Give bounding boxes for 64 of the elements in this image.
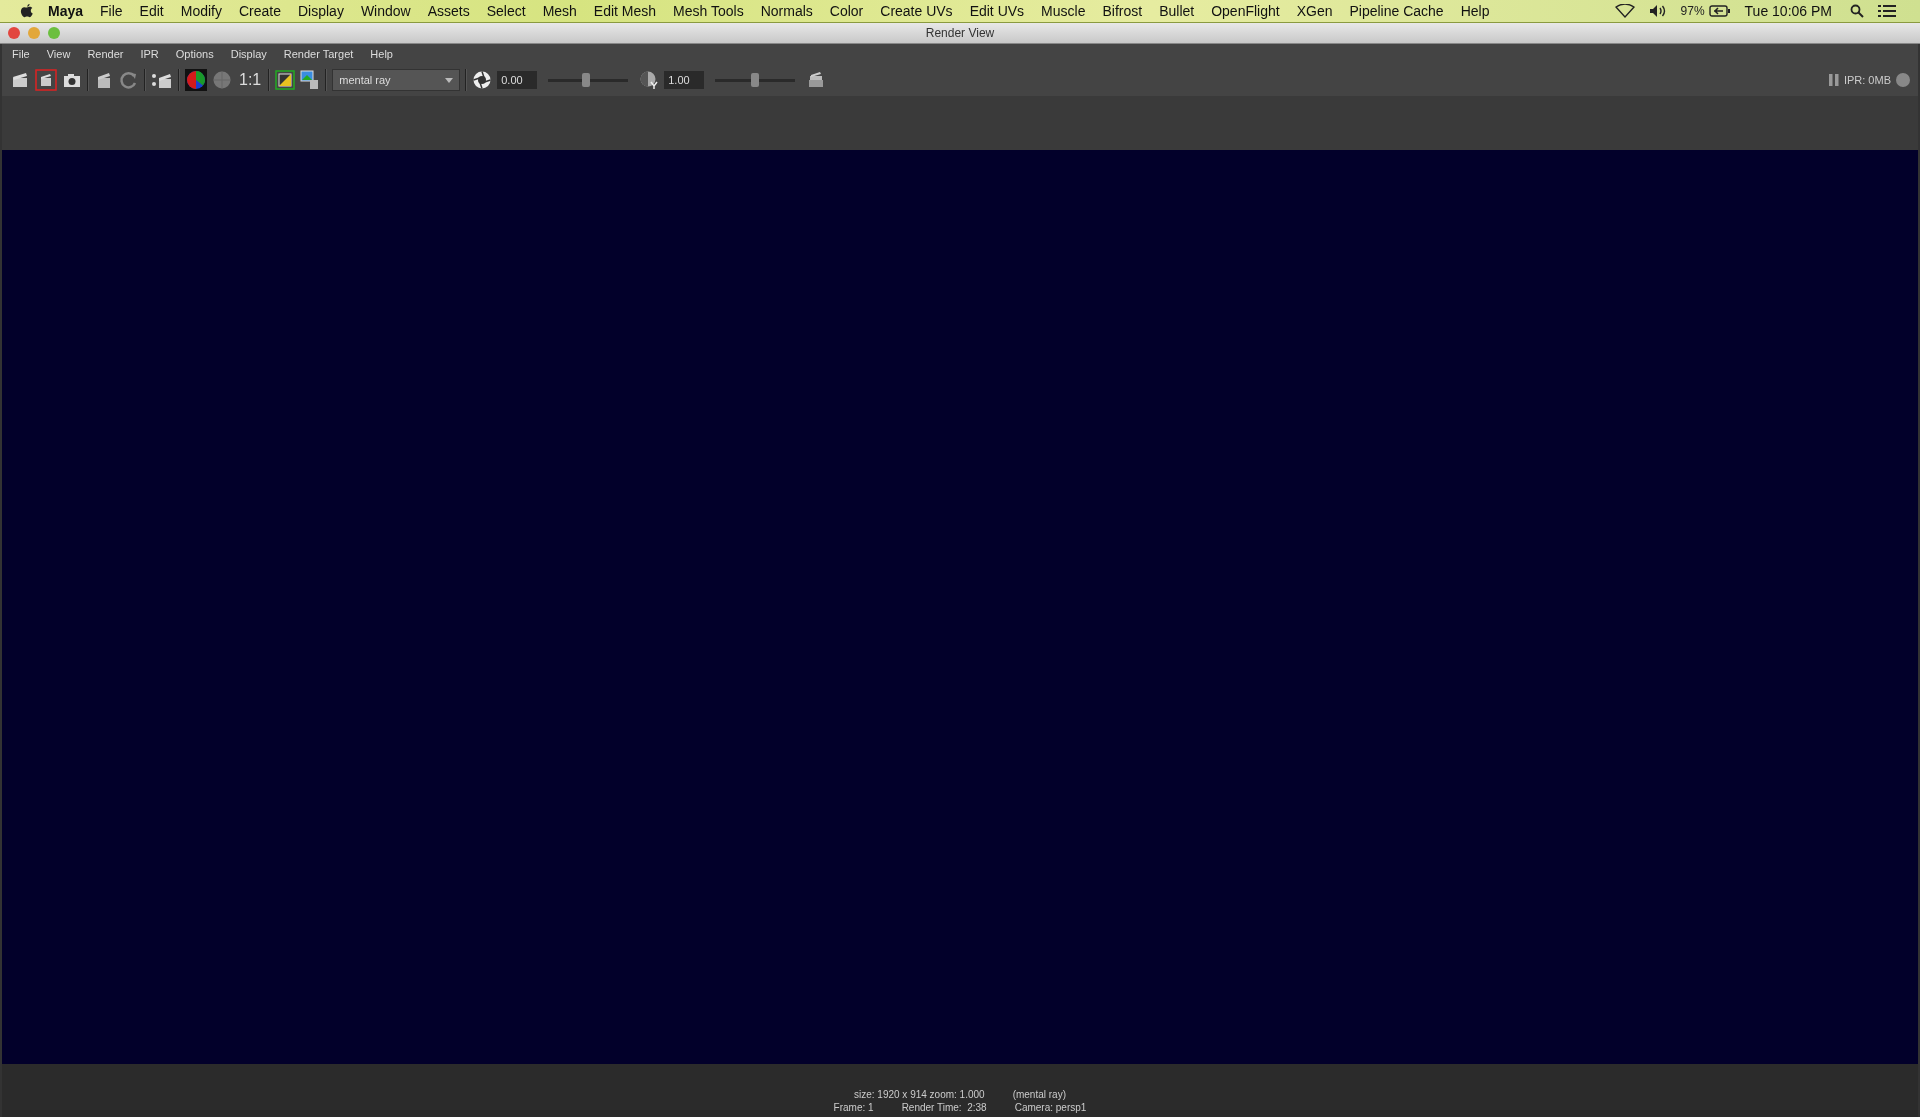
menu-item[interactable]: Color bbox=[829, 3, 864, 19]
real-size-button[interactable]: 1:1 bbox=[237, 71, 264, 89]
clock[interactable]: Tue 10:06 PM bbox=[1744, 3, 1832, 19]
menu-item[interactable]: Edit bbox=[139, 3, 164, 19]
pause-icon[interactable] bbox=[1828, 74, 1839, 86]
menu-item[interactable]: Select bbox=[486, 3, 526, 19]
ipr-memory: IPR: 0MB bbox=[1843, 74, 1891, 86]
render-info: size: 1920 x 914 zoom: 1.000 bbox=[854, 1089, 985, 1100]
menu-item[interactable]: Help bbox=[370, 48, 393, 60]
list-icon[interactable] bbox=[1878, 4, 1896, 18]
render-info: (mental ray) bbox=[1012, 1089, 1066, 1100]
image-trash-icon[interactable] bbox=[300, 70, 321, 90]
menu-item[interactable]: Mesh Tools bbox=[673, 3, 744, 19]
battery-percent: 97% bbox=[1680, 4, 1705, 18]
menu-item[interactable]: Mesh bbox=[542, 3, 577, 19]
menu-item[interactable]: Bifrost bbox=[1102, 3, 1143, 19]
image-frame-icon[interactable] bbox=[275, 70, 296, 90]
menu-item[interactable]: View bbox=[46, 48, 71, 60]
exposure-field[interactable]: 0.00 bbox=[497, 71, 538, 89]
apple-icon[interactable] bbox=[20, 3, 34, 19]
menu-item[interactable]: Create bbox=[238, 3, 281, 19]
render-info: Render Time: 2:38 bbox=[901, 1102, 987, 1113]
gamma-field[interactable]: 1.00 bbox=[664, 71, 705, 89]
menu-item[interactable]: Help bbox=[1460, 3, 1490, 19]
search-icon[interactable] bbox=[1850, 4, 1864, 18]
menu-item[interactable]: Edit Mesh bbox=[593, 3, 657, 19]
renderer-dropdown[interactable]: mental ray bbox=[332, 69, 461, 91]
menu-item[interactable]: XGen bbox=[1296, 3, 1333, 19]
menu-item[interactable]: OpenFlight bbox=[1211, 3, 1280, 19]
slider-handle[interactable] bbox=[751, 73, 760, 87]
menu-item[interactable]: Create UVs bbox=[880, 3, 953, 19]
status-indicator bbox=[1896, 73, 1910, 87]
slider-handle[interactable] bbox=[581, 73, 590, 87]
menu-item[interactable]: Modify bbox=[180, 3, 222, 19]
menu-item[interactable]: Render bbox=[87, 48, 124, 60]
menu-item[interactable]: File bbox=[12, 48, 30, 60]
render-info: Frame: 1 bbox=[833, 1102, 874, 1113]
menu-item[interactable]: Options bbox=[175, 48, 214, 60]
clapperboard-icon[interactable] bbox=[35, 69, 57, 91]
refresh-icon[interactable] bbox=[119, 70, 139, 90]
menu-item[interactable]: Pipeline Cache bbox=[1349, 3, 1444, 19]
menu-item[interactable]: Display bbox=[230, 48, 267, 60]
menu-item[interactable]: Bullet bbox=[1159, 3, 1195, 19]
menu-item[interactable]: Display bbox=[298, 3, 344, 19]
volume-icon[interactable] bbox=[1648, 4, 1667, 18]
menu-item[interactable]: Normals bbox=[760, 3, 813, 19]
close-button[interactable] bbox=[8, 27, 20, 39]
menu-item[interactable]: Render Target bbox=[283, 48, 354, 60]
app-menu[interactable]: Maya bbox=[48, 3, 84, 19]
menu-item[interactable]: File bbox=[100, 3, 123, 19]
menu-item[interactable]: Edit UVs bbox=[969, 3, 1025, 19]
menu-item[interactable]: IPR bbox=[140, 48, 159, 60]
battery-icon[interactable] bbox=[1708, 5, 1731, 17]
gamma-icon[interactable] bbox=[639, 70, 660, 90]
wifi-icon[interactable] bbox=[1614, 4, 1635, 18]
caret-icon bbox=[445, 77, 454, 83]
menu-item[interactable]: Muscle bbox=[1041, 3, 1086, 19]
aperture-icon[interactable] bbox=[472, 70, 493, 90]
clapperboard-icon[interactable] bbox=[10, 70, 30, 90]
render-info: Camera: persp1 bbox=[1014, 1102, 1087, 1113]
window-title: Render View bbox=[925, 26, 995, 40]
menu-item[interactable]: Assets bbox=[427, 3, 470, 19]
menu-item[interactable]: Window bbox=[360, 3, 411, 19]
rgb-channel-icon[interactable] bbox=[185, 69, 207, 91]
